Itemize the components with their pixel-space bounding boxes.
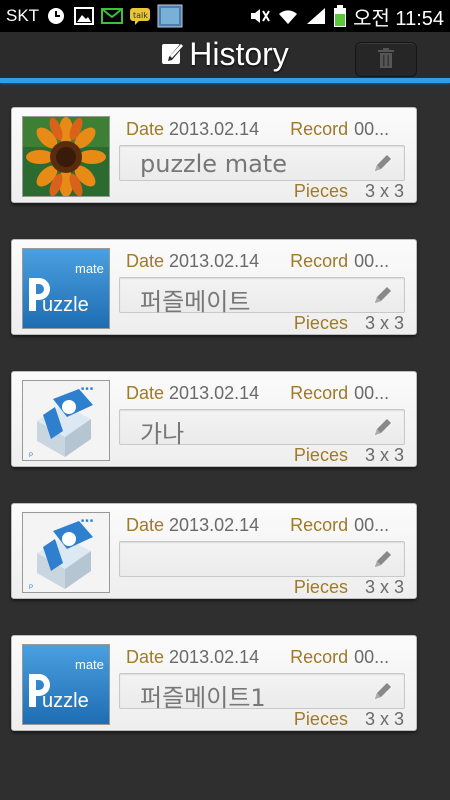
record-value: 00... [354,646,390,667]
record-value: 00... [354,514,390,535]
record-value: 00... [354,250,390,271]
record-label: Record [290,118,349,139]
pencil-icon[interactable] [372,416,394,438]
date-label: Date [126,514,165,535]
delete-all-button[interactable] [355,42,417,77]
pieces-value: 3 x 3 [364,181,404,201]
sunflower-image [22,116,110,197]
history-item[interactable]: Date 2013.02.14 Record 00... puzzle mate… [11,107,417,203]
pencil-icon[interactable] [372,680,394,702]
puzzle-name: 퍼즐메이트 [140,288,251,316]
mute-icon [249,6,271,26]
gallery-icon [73,6,95,26]
pieces-label: Pieces [293,313,348,333]
puzzle-name: 가나 [140,420,185,448]
pieces-label: Pieces [293,709,348,729]
puzzle-mate-logo-image: mate uzzle [22,644,110,725]
name-field[interactable]: 퍼즐메이트 [119,277,405,316]
date-value: 2013.02.14 [169,382,260,403]
history-item[interactable]: ■ ■ ■ P Date 2013.02.14 Record 00... Pie… [11,503,417,599]
title-bar: History [0,32,450,78]
signal-icon [305,6,327,26]
pieces-label: Pieces [293,577,348,597]
name-field[interactable]: 가나 [119,409,405,448]
wifi-icon [277,6,299,26]
puzzle-name: 퍼즐메이트1 [140,684,266,712]
svg-text:■ ■ ■: ■ ■ ■ [81,518,93,524]
page-title: History [189,36,289,72]
clock-icon [45,6,67,26]
edit-note-icon [161,40,185,70]
svg-text:■ ■ ■: ■ ■ ■ [81,386,93,392]
record-label: Record [290,250,349,271]
date-value: 2013.02.14 [169,514,260,535]
record-value: 00... [354,118,390,139]
pieces-value: 3 x 3 [364,445,404,465]
date-value: 2013.02.14 [169,250,260,271]
status-bar: SKT talk 오전 11:54 [0,0,450,32]
svg-text:talk: talk [133,11,148,20]
date-value: 2013.02.14 [169,118,260,139]
pencil-icon[interactable] [372,152,394,174]
pencil-icon[interactable] [372,548,394,570]
app-thumbnail-icon [157,4,183,28]
puzzle-mate-logo-image: mate uzzle [22,248,110,329]
name-field[interactable]: puzzle mate [119,145,405,181]
svg-text:mate: mate [75,657,104,672]
record-value: 00... [354,382,390,403]
history-item[interactable]: ■ ■ ■ P Date 2013.02.14 Record 00... 가나 … [11,371,417,467]
trash-icon [378,47,394,72]
date-label: Date [126,646,165,667]
pieces-label: Pieces [293,181,348,201]
svg-text:P: P [29,453,33,459]
date-label: Date [126,382,165,403]
svg-text:uzzle: uzzle [42,690,89,712]
record-label: Record [290,646,349,667]
cube-logo-image: ■ ■ ■ P [22,380,110,461]
name-field[interactable]: 퍼즐메이트1 [119,673,405,712]
svg-text:mate: mate [75,261,104,276]
cube-logo-image: ■ ■ ■ P [22,512,110,593]
history-item[interactable]: mate uzzle Date 2013.02.14 Record 00... … [11,635,417,731]
chat-icon: talk [129,6,151,26]
record-label: Record [290,382,349,403]
date-label: Date [126,118,165,139]
battery-icon [333,5,347,27]
clock-time: 오전 11:54 [353,7,444,30]
puzzle-name: puzzle mate [140,150,287,178]
mail-icon [101,6,124,26]
carrier-label: SKT [6,6,40,25]
history-item[interactable]: mate uzzle Date 2013.02.14 Record 00... … [11,239,417,335]
date-label: Date [126,250,165,271]
header-divider [0,78,450,83]
pencil-icon[interactable] [372,284,394,306]
svg-text:P: P [29,585,33,591]
record-label: Record [290,514,349,535]
pieces-value: 3 x 3 [364,709,404,729]
pieces-label: Pieces [293,445,348,465]
pieces-value: 3 x 3 [364,313,404,333]
svg-text:uzzle: uzzle [42,294,89,316]
name-field[interactable] [119,541,405,577]
pieces-value: 3 x 3 [364,577,404,597]
date-value: 2013.02.14 [169,646,260,667]
